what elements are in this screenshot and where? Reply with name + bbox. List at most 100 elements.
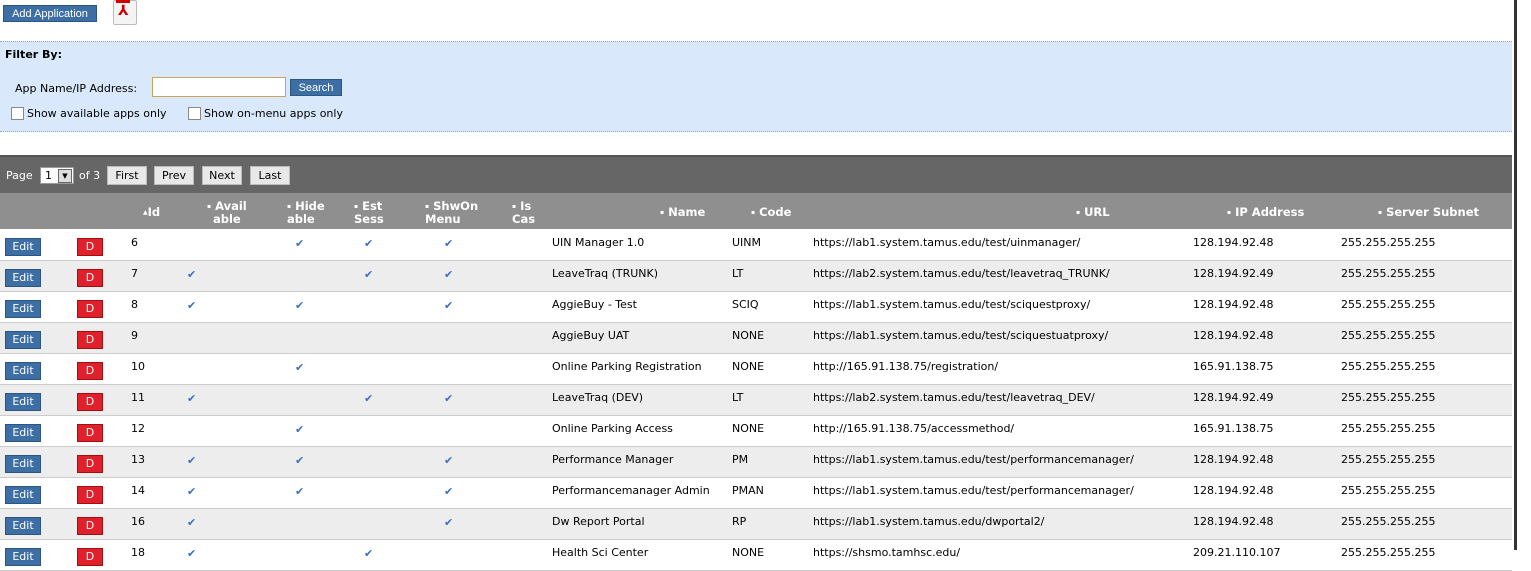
cell-ip: 209.21.110.107 bbox=[1193, 546, 1281, 559]
check-icon: ✔ bbox=[187, 547, 197, 560]
edit-button[interactable]: Edit bbox=[5, 548, 41, 566]
delete-button[interactable]: D bbox=[77, 517, 103, 535]
delete-button[interactable]: D bbox=[77, 362, 103, 380]
next-page-button[interactable]: Next bbox=[202, 166, 242, 185]
col-name[interactable]: ▪ Name bbox=[660, 206, 705, 219]
delete-button[interactable]: D bbox=[77, 331, 103, 349]
cell-name: Performancemanager Admin bbox=[552, 484, 710, 497]
col-id[interactable]: ▲Id bbox=[143, 206, 160, 219]
col-is-cas[interactable]: ▪ Is Cas bbox=[512, 200, 535, 226]
cell-subnet: 255.255.255.255 bbox=[1341, 267, 1436, 280]
check-icon: ✔ bbox=[444, 392, 454, 405]
edit-button[interactable]: Edit bbox=[5, 424, 41, 442]
cell-url: https://lab2.system.tamus.edu/test/leave… bbox=[813, 391, 1095, 404]
cell-name: Dw Report Portal bbox=[552, 515, 645, 528]
edit-button[interactable]: Edit bbox=[5, 269, 41, 287]
edit-button[interactable]: Edit bbox=[5, 517, 41, 535]
check-icon: ✔ bbox=[364, 268, 374, 281]
cell-code: NONE bbox=[732, 546, 765, 559]
last-page-button[interactable]: Last bbox=[250, 166, 290, 185]
table-row: Edit D 7 ✔ ✔ ✔ LeaveTraq (TRUNK) LT https://… bbox=[0, 261, 1512, 292]
onmenu-only-checkbox[interactable]: Show on-menu apps only bbox=[188, 107, 343, 120]
edit-button[interactable]: Edit bbox=[5, 455, 41, 473]
page-value: 1 bbox=[45, 169, 52, 182]
delete-button[interactable]: D bbox=[77, 548, 103, 566]
cell-url: http://165.91.138.75/registration/ bbox=[813, 360, 999, 373]
cell-id: 10 bbox=[131, 360, 145, 373]
cell-code: RP bbox=[732, 515, 747, 528]
check-icon: ✔ bbox=[187, 392, 197, 405]
check-icon: ✔ bbox=[295, 361, 305, 374]
check-icon: ✔ bbox=[444, 237, 454, 250]
available-only-checkbox[interactable]: Show available apps only bbox=[11, 107, 167, 120]
search-label: App Name/IP Address: bbox=[15, 82, 138, 95]
cell-url: https://lab1.system.tamus.edu/dwportal2/ bbox=[813, 515, 1045, 528]
cell-subnet: 255.255.255.255 bbox=[1341, 329, 1436, 342]
table-row: Edit D 6 ✔ ✔ ✔ UIN Manager 1.0 UINM https://… bbox=[0, 230, 1512, 261]
prev-page-button[interactable]: Prev bbox=[154, 166, 194, 185]
cell-id: 8 bbox=[131, 298, 138, 311]
delete-button[interactable]: D bbox=[77, 269, 103, 287]
delete-button[interactable]: D bbox=[77, 486, 103, 504]
cell-code: NONE bbox=[732, 329, 765, 342]
cell-name: AggieBuy - Test bbox=[552, 298, 637, 311]
check-icon: ✔ bbox=[187, 299, 197, 312]
check-icon: ✔ bbox=[295, 454, 305, 467]
delete-button[interactable]: D bbox=[77, 424, 103, 442]
col-show-on-menu[interactable]: ▪ ShwOn Menu bbox=[425, 200, 478, 226]
scrollbar[interactable] bbox=[1514, 0, 1517, 550]
page-select[interactable]: 1 ▼ bbox=[40, 167, 74, 184]
chevron-down-icon[interactable]: ▼ bbox=[58, 169, 72, 183]
cell-ip: 128.194.92.49 bbox=[1193, 267, 1274, 280]
edit-button[interactable]: Edit bbox=[5, 486, 41, 504]
check-icon: ✔ bbox=[295, 423, 305, 436]
check-icon: ✔ bbox=[444, 516, 454, 529]
cell-code: NONE bbox=[732, 360, 765, 373]
checkbox-icon[interactable] bbox=[188, 107, 201, 120]
check-icon: ✔ bbox=[444, 485, 454, 498]
cell-ip: 128.194.92.48 bbox=[1193, 236, 1274, 249]
table-row: Edit D 14 ✔ ✔ ✔ Performancemanager Admin PMA… bbox=[0, 478, 1512, 509]
cell-code: UINM bbox=[732, 236, 762, 249]
cell-name: UIN Manager 1.0 bbox=[552, 236, 645, 249]
table-row: Edit D 13 ✔ ✔ ✔ Performance Manager PM https… bbox=[0, 447, 1512, 478]
table-row: Edit D 9 AggieBuy UAT NONE https://lab1.s… bbox=[0, 323, 1512, 354]
cell-subnet: 255.255.255.255 bbox=[1341, 546, 1436, 559]
checkbox-icon[interactable] bbox=[11, 107, 24, 120]
cell-subnet: 255.255.255.255 bbox=[1341, 236, 1436, 249]
cell-id: 7 bbox=[131, 267, 138, 280]
search-button[interactable]: Search bbox=[290, 79, 342, 96]
cell-subnet: 255.255.255.255 bbox=[1341, 422, 1436, 435]
checkbox-label: Show on-menu apps only bbox=[204, 107, 343, 120]
delete-button[interactable]: D bbox=[77, 393, 103, 411]
delete-button[interactable]: D bbox=[77, 455, 103, 473]
col-hideable[interactable]: ▪ Hide able bbox=[287, 200, 325, 226]
col-available[interactable]: ▪ Avail able bbox=[207, 200, 247, 226]
cell-url: https://lab1.system.tamus.edu/test/sciqu… bbox=[813, 329, 1109, 342]
delete-button[interactable]: D bbox=[77, 300, 103, 318]
col-subnet[interactable]: ▪ Server Subnet bbox=[1378, 206, 1479, 219]
col-est-sess[interactable]: ▪ Est Sess bbox=[354, 200, 384, 226]
delete-button[interactable]: D bbox=[77, 238, 103, 256]
cell-url: https://lab1.system.tamus.edu/test/perfo… bbox=[813, 453, 1134, 466]
check-icon: ✔ bbox=[295, 485, 305, 498]
edit-button[interactable]: Edit bbox=[5, 331, 41, 349]
col-code[interactable]: ▪ Code bbox=[751, 206, 791, 219]
edit-button[interactable]: Edit bbox=[5, 393, 41, 411]
table-header: ▲Id ▪ Avail able ▪ Hide able ▪ Est Sess ▪ S… bbox=[0, 193, 1512, 229]
table-row: Edit D 10 ✔ Online Parking Registration NO… bbox=[0, 354, 1512, 385]
edit-button[interactable]: Edit bbox=[5, 300, 41, 318]
col-ip[interactable]: ▪ IP Address bbox=[1227, 206, 1304, 219]
cell-subnet: 255.255.255.255 bbox=[1341, 298, 1436, 311]
col-url[interactable]: ▪ URL bbox=[1076, 206, 1110, 219]
first-page-button[interactable]: First bbox=[107, 166, 147, 185]
edit-button[interactable]: Edit bbox=[5, 238, 41, 256]
cell-ip: 165.91.138.75 bbox=[1193, 360, 1274, 373]
edit-button[interactable]: Edit bbox=[5, 362, 41, 380]
cell-subnet: 255.255.255.255 bbox=[1341, 515, 1436, 528]
pdf-icon[interactable]: ⅄ bbox=[113, 0, 137, 25]
search-input[interactable] bbox=[152, 77, 286, 97]
table-row: Edit D 16 ✔ ✔ Dw Report Portal RP https://l… bbox=[0, 509, 1512, 540]
add-application-button[interactable]: Add Application bbox=[3, 5, 97, 22]
cell-code: LT bbox=[732, 267, 744, 280]
